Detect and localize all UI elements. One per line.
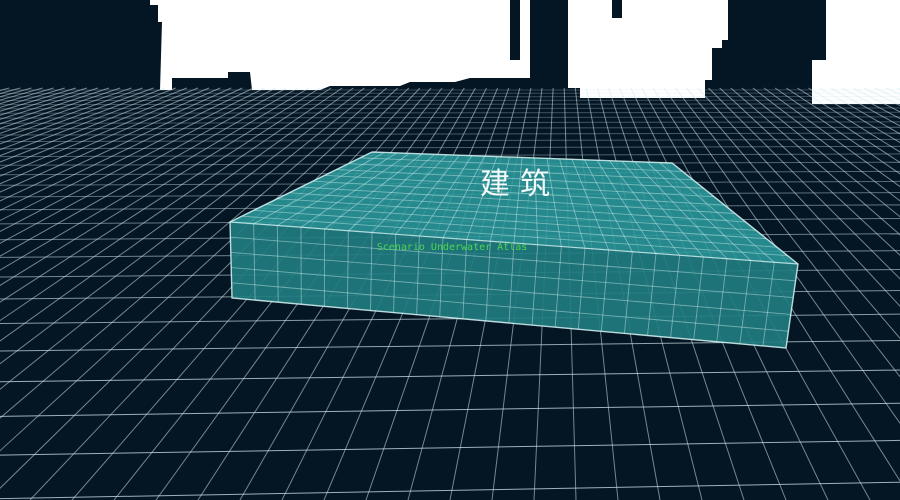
building-title: 建筑 [480,167,560,202]
grid-line [0,103,900,106]
grid-line [0,99,900,102]
building-subtitle: Scenario Underwater Atlas [377,242,528,253]
3d-scene[interactable]: 建筑 Scenario Underwater Atlas [0,0,900,500]
3d-viewport[interactable]: 建筑 Scenario Underwater Atlas [0,0,900,500]
sky-silhouette-middle [568,0,728,98]
